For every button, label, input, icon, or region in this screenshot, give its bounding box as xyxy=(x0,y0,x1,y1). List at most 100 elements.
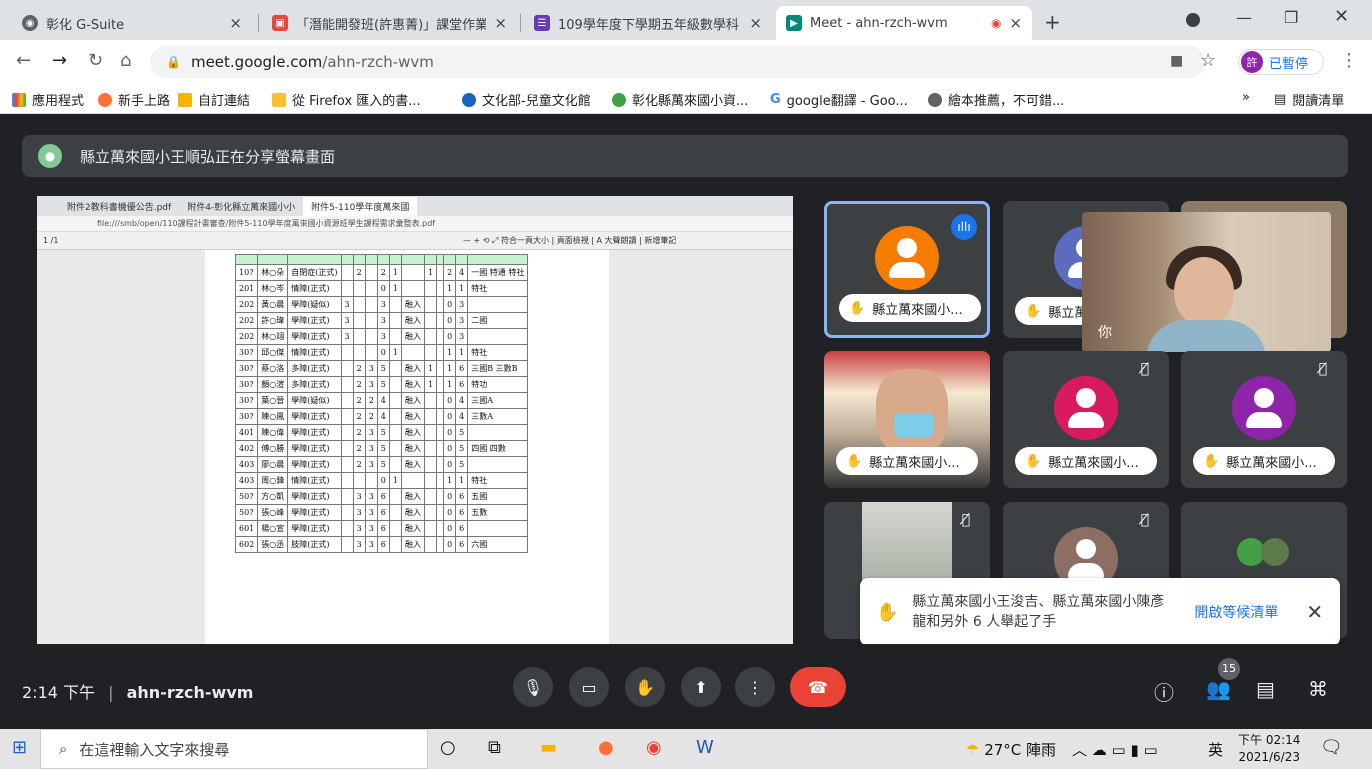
table-row: 30? 葉○晉 學障(疑似) 2 2 4 融入 0 4 三國A xyxy=(234,392,529,409)
camera-button[interactable]: ▭ xyxy=(569,667,609,707)
camera-icon[interactable]: ■ xyxy=(1170,53,1183,69)
table-cell: 0 xyxy=(443,520,457,537)
tab-gsuite[interactable]: ◉ 彰化 G-Suite × xyxy=(12,6,252,40)
bookmark-translate[interactable]: Ggoogle翻譯 - Goo... xyxy=(770,90,908,109)
word-icon[interactable]: W xyxy=(696,737,714,758)
table-cell xyxy=(388,360,402,377)
bookmark-apps[interactable]: 應用程式 xyxy=(12,90,84,109)
bookmark-star-icon[interactable]: ☆ xyxy=(1200,50,1216,71)
weather-widget[interactable]: ☂ 27°C 陣雨 xyxy=(966,739,1056,760)
close-icon[interactable]: × xyxy=(1009,14,1022,32)
shared-screen[interactable]: 附件2教科書機優公告.pdf 附件4-彰化縣立萬來國小小 附件5-110學年度萬… xyxy=(37,196,793,647)
bookmark-custom-links[interactable]: 自訂連結 xyxy=(178,90,250,109)
table-cell xyxy=(467,424,529,441)
table-cell: 3 xyxy=(364,520,378,537)
participant-name: ✋ 縣立萬來國小... xyxy=(1015,447,1157,475)
chat-icon[interactable]: ▤ xyxy=(1256,677,1275,701)
new-tab-button[interactable]: + xyxy=(1044,10,1061,34)
table-row: 402 傅○勝 學障(正式) 2 3 5 融入 0 5 四國 四數 xyxy=(234,440,529,457)
raise-hand-button[interactable]: ✋ xyxy=(625,667,665,707)
close-icon[interactable]: × xyxy=(494,14,507,32)
leave-call-button[interactable]: ☎ xyxy=(790,667,846,707)
present-button[interactable]: ⬆ xyxy=(681,667,721,707)
table-row: 50? 方○凱 學障(正式) 3 3 6 融入 0 6 五國 xyxy=(234,488,529,505)
culture-icon xyxy=(462,92,476,107)
profile-button[interactable]: 許 已暫停 xyxy=(1238,49,1324,75)
table-cell: 融入 xyxy=(400,440,425,457)
table-cell: 0 xyxy=(443,328,457,345)
toast-message: 縣立萬來國小王浚吉、縣立萬來國小陳彥龍和另外 6 人舉起了手 xyxy=(912,594,1165,630)
table-cell: 2 xyxy=(352,456,366,473)
table-cell: 0 xyxy=(443,440,457,457)
ime-indicator[interactable]: 英 xyxy=(1208,739,1223,760)
people-icon[interactable]: 👥 xyxy=(1206,677,1231,701)
back-icon[interactable]: ← xyxy=(16,50,31,71)
table-cell: 5 xyxy=(376,440,390,457)
info-icon[interactable]: ⓘ xyxy=(1154,677,1174,706)
reload-icon[interactable]: ↻ xyxy=(88,50,103,71)
mic-button[interactable]: 🎙 xyxy=(513,667,553,707)
table-cell: 情障(正式) xyxy=(287,344,342,361)
window-close-icon[interactable]: ✕ xyxy=(1334,6,1349,27)
table-cell: 邱○傑 xyxy=(257,344,289,361)
weather-icon: ☂ xyxy=(966,741,985,759)
tray-icons[interactable]: ︿ ☁ ▭ ▮ ▭ xyxy=(1072,739,1158,760)
table-cell: 六國 xyxy=(467,536,529,553)
close-icon[interactable]: ✕ xyxy=(1306,600,1323,624)
bookmark-school[interactable]: 彰化縣萬來國小資... xyxy=(612,90,748,109)
tab-forms[interactable]: ☰ 109學年度下學期五年級數學科 × xyxy=(524,6,772,40)
close-icon[interactable]: × xyxy=(749,14,762,32)
table-cell xyxy=(388,456,402,473)
menu-icon[interactable]: ⋮ xyxy=(1340,50,1358,71)
table-cell: 6 xyxy=(455,376,469,393)
shared-tab: 附件4-彰化縣立萬來國小小 xyxy=(187,202,296,213)
restore-icon[interactable]: ❐ xyxy=(1284,8,1298,27)
open-queue-button[interactable]: 開啟等候清單 xyxy=(1194,602,1278,622)
bookmark-folder-firefox[interactable]: 從 Firefox 匯入的書... xyxy=(272,90,421,109)
more-bookmarks[interactable]: » xyxy=(1242,90,1250,105)
close-icon[interactable]: × xyxy=(229,14,242,32)
apps-icon xyxy=(12,92,26,107)
profile-status: 已暫停 xyxy=(1269,56,1309,72)
table-cell: 3 xyxy=(376,312,390,329)
table-cell: 402 xyxy=(234,440,259,457)
table-cell: 5 xyxy=(376,424,390,441)
tab-classroom[interactable]: ▣ 「潛能開發班(許惠菁)」課堂作業 × xyxy=(262,6,517,40)
table-cell: 3 xyxy=(364,424,378,441)
tab-meet[interactable]: ▶ Meet - ahn-rzch-wvm ◉ × xyxy=(776,6,1032,40)
file-explorer-icon[interactable]: ▬ xyxy=(540,737,557,758)
table-cell: 融入 xyxy=(400,456,425,473)
table-cell: 2 xyxy=(443,264,457,281)
home-icon[interactable]: ⌂ xyxy=(120,50,131,71)
table-cell: 特功 xyxy=(467,376,529,393)
table-row: 202 林○翊 學障(正式) 3 3 融入 0 3 xyxy=(234,328,529,345)
minimize-icon[interactable]: — xyxy=(1236,8,1252,27)
participant-tile[interactable]: ✋ 縣立萬來國小... xyxy=(824,351,990,488)
forward-icon[interactable]: → xyxy=(52,50,67,71)
firefox-icon[interactable]: ● xyxy=(598,737,614,758)
table-cell: 學障(正式) xyxy=(287,456,342,473)
taskbar-clock[interactable]: 下午 02:14 2021/6/23 xyxy=(1238,732,1300,766)
table-cell: 6 xyxy=(376,488,390,505)
chrome-icon[interactable]: ◉ xyxy=(646,737,662,758)
more-options-button[interactable]: ⋮ xyxy=(735,667,775,707)
bookmark-getting-started[interactable]: 新手上路 xyxy=(98,90,170,109)
notifications-icon[interactable]: 🗨 xyxy=(1320,737,1343,758)
taskbar-search[interactable]: ⌕ 在這裡輸入文字來搜尋 xyxy=(40,729,428,769)
task-view-icon[interactable]: ⧉ xyxy=(488,737,501,758)
table-cell xyxy=(436,360,445,377)
participant-tile[interactable]: 🎙̸ ✋ 縣立萬來國小... xyxy=(1003,351,1169,488)
self-view[interactable]: 你 xyxy=(1082,212,1331,352)
reading-list[interactable]: ▤ 閱讀清單 xyxy=(1274,90,1344,109)
address-bar[interactable]: 🔒 meet.google.com/ahn-rzch-wvm xyxy=(150,46,1205,78)
table-cell: 0 xyxy=(443,488,457,505)
windows-start-icon[interactable]: ⊞ xyxy=(12,737,27,758)
activities-icon[interactable]: ⌘ xyxy=(1308,677,1328,701)
table-cell: 許○瑋 xyxy=(257,312,289,329)
bookmark-culture[interactable]: 文化部-兒童文化館 xyxy=(462,90,591,109)
cortana-icon[interactable]: ○ xyxy=(440,737,456,758)
participant-tile[interactable]: ıllı ✋ 縣立萬來國小... xyxy=(824,201,990,338)
bookmark-picture-books[interactable]: 繪本推薦，不可錯... xyxy=(928,90,1064,109)
tab-search-icon[interactable] xyxy=(1186,13,1200,27)
participant-tile[interactable]: 🎙̸ ✋ 縣立萬來國小... xyxy=(1181,351,1347,488)
